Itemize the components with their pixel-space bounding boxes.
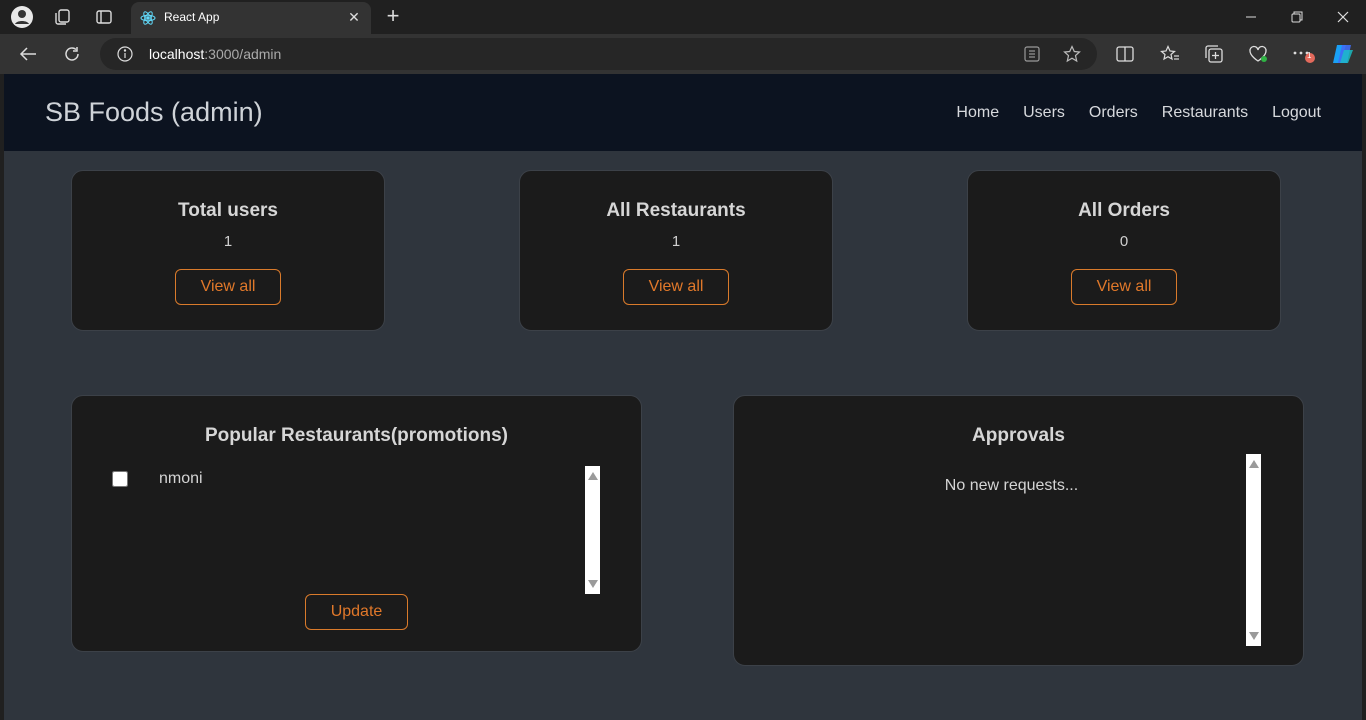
promotions-scrollbar[interactable] <box>585 466 600 594</box>
tab-title: React App <box>164 10 220 24</box>
nav-logout[interactable]: Logout <box>1272 104 1321 122</box>
nav-restaurants[interactable]: Restaurants <box>1162 104 1248 122</box>
minimize-icon[interactable] <box>1236 5 1266 29</box>
all-restaurants-card: All Restaurants 1 View all <box>519 170 833 331</box>
url-path: :3000/admin <box>204 46 282 62</box>
list-item: nmoni <box>112 468 203 490</box>
card-title: All Orders <box>1078 200 1170 221</box>
update-button[interactable]: Update <box>305 594 408 630</box>
nav-links: Home Users Orders Restaurants Logout <box>956 104 1321 122</box>
close-window-icon[interactable] <box>1328 5 1358 29</box>
notification-badge: 1 <box>1307 51 1312 60</box>
card-count: 0 <box>1119 233 1129 250</box>
app-available-icon[interactable] <box>1022 45 1042 63</box>
copilot-icon[interactable] <box>1330 42 1356 66</box>
split-screen-icon[interactable] <box>1112 42 1138 66</box>
nav-orders[interactable]: Orders <box>1089 104 1138 122</box>
all-orders-card: All Orders 0 View all <box>967 170 1281 331</box>
app-page: SB Foods (admin) Home Users Orders Resta… <box>4 74 1362 720</box>
browser-titlebar: React App ✕ + <box>0 0 1366 34</box>
card-title: All Restaurants <box>606 200 746 221</box>
site-info-icon[interactable] <box>117 46 133 62</box>
workspaces-icon[interactable] <box>49 5 75 29</box>
promotions-list: nmoni <box>112 468 582 596</box>
url-text[interactable]: localhost:3000/admin <box>149 46 281 62</box>
nav-users[interactable]: Users <box>1023 104 1065 122</box>
react-icon <box>140 10 156 26</box>
profile-icon[interactable] <box>9 5 35 29</box>
address-bar[interactable]: localhost:3000/admin <box>100 38 1097 70</box>
promotions-card: Popular Restaurants(promotions) nmoni Up… <box>71 395 642 652</box>
tab-close-icon[interactable]: ✕ <box>345 8 363 26</box>
app-navbar: SB Foods (admin) Home Users Orders Resta… <box>4 74 1362 151</box>
card-count: 1 <box>223 233 233 250</box>
nav-home[interactable]: Home <box>956 104 999 122</box>
card-count: 1 <box>671 233 681 250</box>
favorite-star-icon[interactable] <box>1062 45 1082 63</box>
approvals-card: Approvals No new requests... <box>733 395 1304 666</box>
scroll-down-arrow-icon[interactable] <box>1249 632 1259 640</box>
scroll-down-arrow-icon[interactable] <box>588 580 598 588</box>
new-tab-button[interactable]: + <box>382 5 404 29</box>
approvals-title: Approvals <box>972 425 1065 446</box>
approvals-empty-text: No new requests... <box>944 477 1079 494</box>
view-all-orders-button[interactable]: View all <box>1071 269 1177 305</box>
scroll-up-arrow-icon[interactable] <box>588 472 598 480</box>
total-users-card: Total users 1 View all <box>71 170 385 331</box>
restaurant-name: nmoni <box>159 470 203 487</box>
more-menu-icon[interactable]: 1 <box>1290 42 1316 66</box>
refresh-icon[interactable] <box>59 42 85 66</box>
promotion-checkbox[interactable] <box>112 471 128 487</box>
back-icon[interactable] <box>15 42 41 66</box>
promotions-title: Popular Restaurants(promotions) <box>205 425 508 446</box>
url-host: localhost <box>149 46 205 62</box>
card-title: Total users <box>178 200 278 221</box>
restore-icon[interactable] <box>1282 5 1312 29</box>
collections-icon[interactable] <box>1201 42 1227 66</box>
brand-title: SB Foods (admin) <box>45 97 263 127</box>
browser-toolbar: localhost:3000/admin 1 <box>0 34 1366 74</box>
approvals-scrollbar[interactable] <box>1246 454 1261 646</box>
browser-tab-active[interactable]: React App ✕ <box>131 2 371 34</box>
view-all-restaurants-button[interactable]: View all <box>623 269 729 305</box>
tab-actions-icon[interactable] <box>91 5 117 29</box>
view-all-users-button[interactable]: View all <box>175 269 281 305</box>
scroll-up-arrow-icon[interactable] <box>1249 460 1259 468</box>
browser-essentials-icon[interactable] <box>1245 42 1271 66</box>
favorites-icon[interactable] <box>1157 42 1183 66</box>
